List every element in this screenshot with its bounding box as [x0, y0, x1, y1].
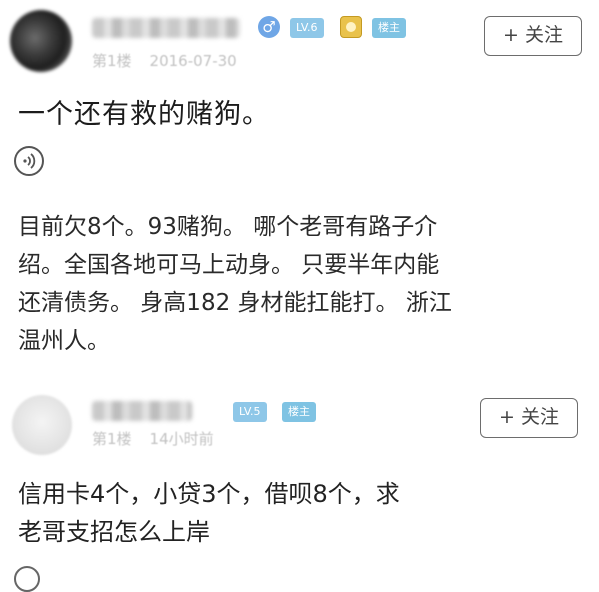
- avatar[interactable]: [10, 10, 72, 72]
- post-body: 信用卡4个，小贷3个，借呗8个，求 老哥支招怎么上岸: [18, 475, 400, 551]
- post-date: 14小时前: [149, 430, 214, 448]
- post-body: 目前欠8个。93赌狗。 哪个老哥有路子介 绍。全国各地可马上动身。 只要半年内能…: [18, 208, 588, 360]
- body-line: 还清债务。 身高182 身材能扛能打。 浙江: [18, 290, 452, 316]
- floor-label: 第1楼: [92, 52, 132, 70]
- username-blurred[interactable]: [92, 18, 240, 38]
- owner-badge: 楼主: [282, 402, 316, 422]
- follow-button[interactable]: + 关注: [480, 398, 578, 438]
- body-line: 目前欠8个。93赌狗。 哪个老哥有路子介: [18, 214, 438, 240]
- level-badge: LV.6: [290, 18, 324, 38]
- post-meta: 第1楼 14小时前: [92, 428, 214, 449]
- medal-icon: [340, 16, 362, 38]
- level-badge: LV.5: [233, 402, 267, 422]
- floor-label: 第1楼: [92, 430, 132, 448]
- body-line: 老哥支招怎么上岸: [18, 518, 210, 546]
- post-title: 一个还有救的赌狗。: [18, 99, 270, 130]
- username-blurred[interactable]: [92, 401, 192, 421]
- body-line: 温州人。: [18, 328, 110, 354]
- owner-badge: 楼主: [372, 18, 406, 38]
- body-line: 信用卡4个，小贷3个，借呗8个，求: [18, 480, 400, 508]
- male-gender-icon: ♂: [258, 16, 280, 38]
- body-line: 绍。全国各地可马上动身。 只要半年内能: [18, 252, 440, 278]
- audio-wave-icon[interactable]: [14, 566, 40, 592]
- post-meta: 第1楼 2016-07-30: [92, 50, 237, 71]
- audio-wave-icon[interactable]: [14, 146, 44, 176]
- avatar[interactable]: [12, 395, 72, 455]
- post-1: ♂ LV.6 楼主 第1楼 2016-07-30 + 关注 一个还有救的赌狗。 目…: [0, 0, 599, 385]
- post-date: 2016-07-30: [149, 52, 237, 70]
- follow-button[interactable]: + 关注: [484, 16, 582, 56]
